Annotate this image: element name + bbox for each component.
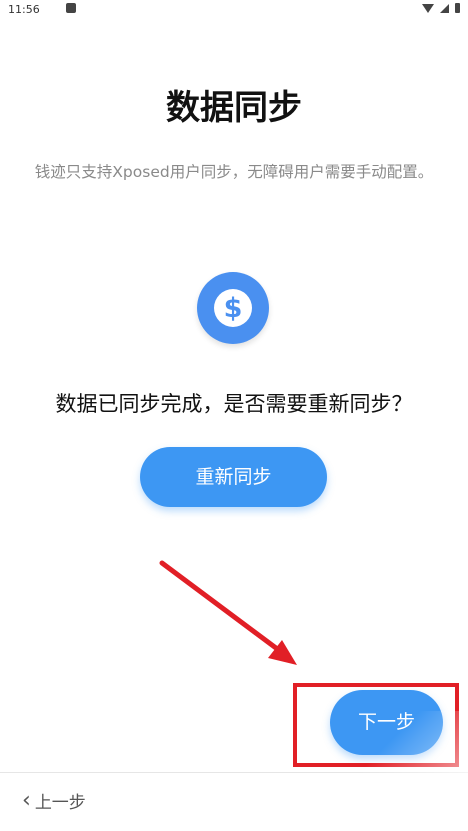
footer-divider xyxy=(0,772,468,773)
page-title: 数据同步 xyxy=(166,88,302,128)
chevron-left-icon: ‹ xyxy=(22,787,31,813)
prev-button[interactable]: ‹ 上一步 xyxy=(22,788,86,813)
signal-icon xyxy=(440,3,449,13)
prev-button-label: 上一步 xyxy=(34,793,86,813)
sync-question: 数据已同步完成，是否需要重新同步？ xyxy=(55,392,413,416)
page-subtitle: 钱迹只支持Xposed用户同步，无障碍用户需要手动配置。 xyxy=(34,163,434,181)
status-icons xyxy=(422,3,460,13)
resync-button[interactable]: 重新同步 xyxy=(140,447,327,507)
annotation-highlight-box xyxy=(293,683,459,767)
dollar-coin-icon: $ xyxy=(197,272,269,344)
svg-text:$: $ xyxy=(224,293,243,324)
status-time: 11:56 xyxy=(8,3,40,16)
notification-icon xyxy=(66,3,76,13)
battery-icon xyxy=(455,3,460,13)
wifi-icon xyxy=(422,3,434,13)
status-bar: 11:56 xyxy=(0,0,468,20)
